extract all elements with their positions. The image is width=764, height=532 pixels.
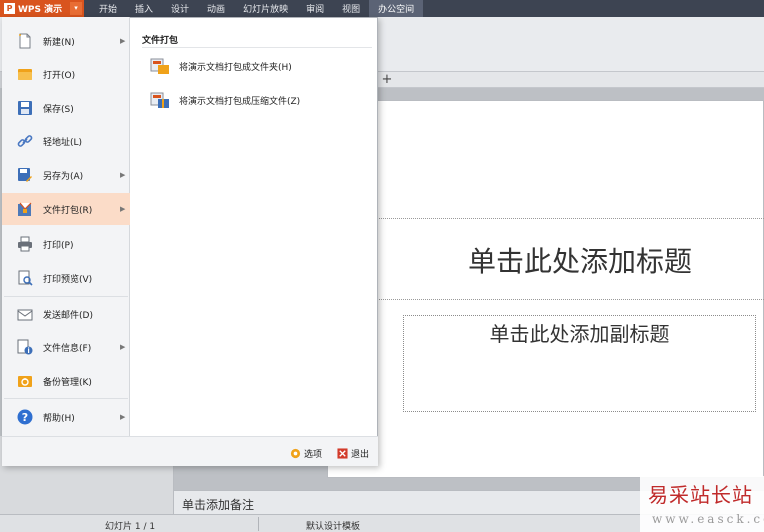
menu-divider xyxy=(4,398,128,399)
subtitle-placeholder[interactable]: 单击此处添加副标题 xyxy=(403,318,756,347)
app-menu-button[interactable]: P WPS 演示 ▾ xyxy=(0,0,84,17)
menu-item-open[interactable]: 打开(O) xyxy=(2,58,130,90)
chevron-right-icon: ▶ xyxy=(120,171,126,179)
add-tab-icon[interactable]: + xyxy=(381,72,393,88)
menu-item-save[interactable]: 保存(S) xyxy=(2,92,130,124)
app-name: WPS 演示 xyxy=(18,5,63,15)
chevron-right-icon: ▶ xyxy=(120,37,126,45)
gear-icon xyxy=(290,448,301,459)
document-tab-strip xyxy=(376,72,764,88)
menu-bar: P WPS 演示 ▾ 开始 插入 设计 动画 幻灯片放映 审阅 视图 办公空间 xyxy=(0,0,764,17)
watermark-text: 易采站长站 xyxy=(648,483,753,507)
tab-animation[interactable]: 动画 xyxy=(198,0,234,17)
exit-button[interactable]: 退出 xyxy=(337,447,369,460)
slide-counter: 幻灯片 1 / 1 xyxy=(105,522,156,532)
menu-item-print[interactable]: 打印(P) xyxy=(2,228,130,260)
svg-text:?: ? xyxy=(22,411,28,424)
tab-design[interactable]: 设计 xyxy=(162,0,198,17)
chevron-right-icon: ▶ xyxy=(120,413,126,421)
tab-view[interactable]: 视图 xyxy=(333,0,369,17)
notes-placeholder[interactable]: 单击添加备注 xyxy=(182,496,254,513)
help-icon: ? xyxy=(17,409,33,425)
tab-insert[interactable]: 插入 xyxy=(126,0,162,17)
printer-icon xyxy=(18,236,32,252)
watermark-url: www.easck.com xyxy=(652,512,764,526)
link-icon xyxy=(17,135,33,147)
mail-icon xyxy=(17,309,33,321)
submenu-title: 文件打包 xyxy=(142,36,179,46)
menu-item-print-preview[interactable]: 打印预览(V) xyxy=(2,262,130,294)
menu-item-light-address[interactable]: 轻地址(L) xyxy=(2,125,130,157)
menu-item-send-mail[interactable]: 发送邮件(D) xyxy=(2,298,130,330)
tab-home[interactable]: 开始 xyxy=(90,0,126,17)
package-to-folder-item[interactable]: 将演示文档打包成文件夹(H) xyxy=(150,55,292,77)
new-document-icon xyxy=(19,33,31,49)
title-placeholder[interactable]: 单击此处添加标题 xyxy=(375,240,764,280)
tab-slideshow[interactable]: 幻灯片放映 xyxy=(234,0,297,17)
submenu-divider xyxy=(142,47,372,48)
menu-item-backup[interactable]: 备份管理(K) xyxy=(2,365,130,397)
status-divider xyxy=(258,517,259,531)
file-info-icon xyxy=(17,339,33,355)
package-folder-icon xyxy=(150,58,169,74)
open-folder-icon xyxy=(18,69,32,80)
menu-item-help[interactable]: ? 帮助(H) ▶ xyxy=(2,401,130,433)
chevron-down-icon[interactable]: ▾ xyxy=(70,2,82,15)
package-icon xyxy=(18,202,32,216)
menu-item-save-as[interactable]: 另存为(A) ▶ xyxy=(2,159,130,191)
template-name[interactable]: 默认设计模板 xyxy=(306,519,360,532)
options-button[interactable]: 选项 xyxy=(290,447,322,460)
wps-logo-icon: P xyxy=(4,3,15,14)
menu-item-file-info[interactable]: 文件信息(F) ▶ xyxy=(2,331,130,363)
chevron-right-icon: ▶ xyxy=(120,343,126,351)
save-as-icon xyxy=(18,168,32,182)
save-disk-icon xyxy=(18,101,32,115)
package-zip-icon xyxy=(150,92,169,108)
tab-review[interactable]: 审阅 xyxy=(297,0,333,17)
package-to-zip-item[interactable]: 将演示文档打包成压缩文件(Z) xyxy=(150,89,300,111)
tab-office-space[interactable]: 办公空间 xyxy=(369,0,424,17)
menu-item-new[interactable]: 新建(N) ▶ xyxy=(2,25,130,57)
menu-divider xyxy=(4,296,128,297)
chevron-right-icon: ▶ xyxy=(120,205,126,213)
backup-icon xyxy=(18,376,32,387)
print-preview-icon xyxy=(18,270,33,286)
menu-item-file-package[interactable]: 文件打包(R) ▶ xyxy=(2,193,130,225)
close-icon xyxy=(337,448,348,459)
